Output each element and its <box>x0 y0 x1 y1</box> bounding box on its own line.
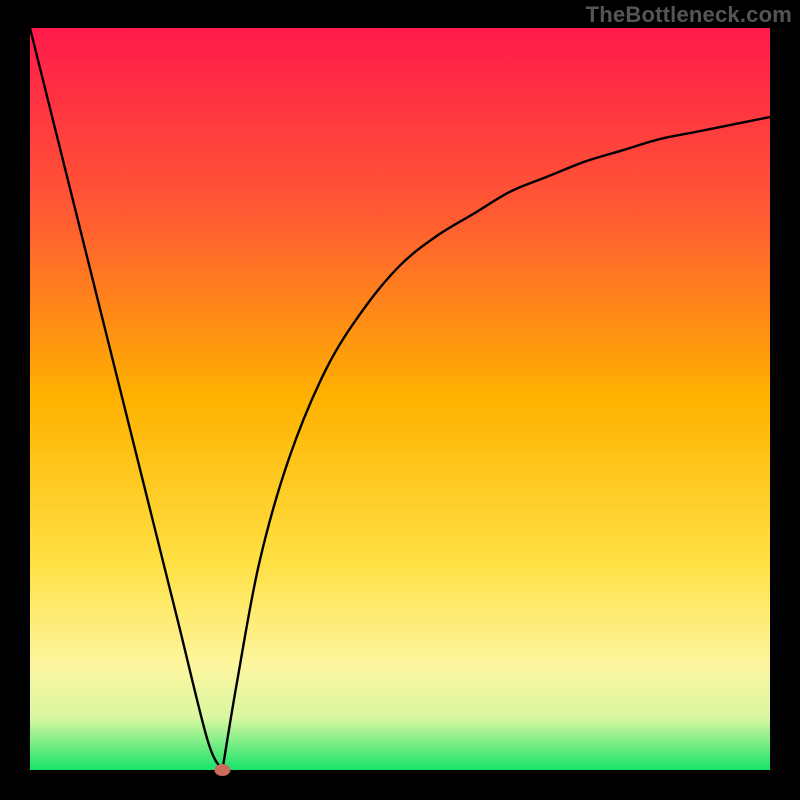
minimum-marker <box>214 764 230 776</box>
bottleneck-chart <box>0 0 800 800</box>
chart-frame: TheBottleneck.com <box>0 0 800 800</box>
watermark-text: TheBottleneck.com <box>586 2 792 28</box>
